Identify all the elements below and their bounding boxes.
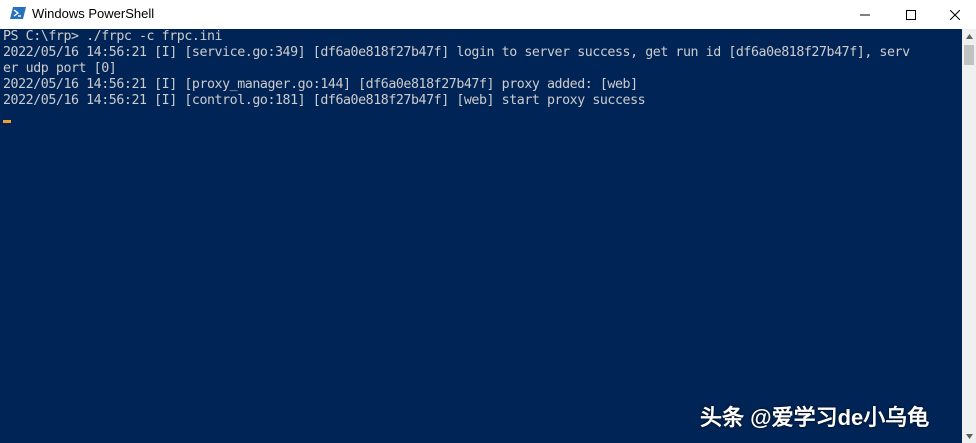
window-title: Windows PowerShell bbox=[32, 6, 155, 21]
console-line: 2022/05/16 14:56:21 [I] [control.go:181]… bbox=[3, 93, 646, 108]
watermark: 头条 @爱学习de小乌龟 bbox=[700, 405, 930, 430]
console-output[interactable]: PS C:\frp> ./frpc -c frpc.ini 2022/05/16… bbox=[0, 29, 962, 443]
close-button[interactable] bbox=[934, 0, 976, 29]
console-line: PS C:\frp> ./frpc -c frpc.ini bbox=[3, 29, 223, 44]
powershell-window: Windows PowerShell PS C:\frp> ./frpc -c … bbox=[0, 0, 976, 443]
minimize-icon bbox=[860, 14, 870, 15]
vertical-scrollbar[interactable] bbox=[962, 29, 976, 443]
scrollbar-thumb[interactable] bbox=[964, 45, 974, 65]
scroll-up-button[interactable] bbox=[962, 29, 976, 43]
title-bar[interactable]: Windows PowerShell bbox=[0, 0, 976, 29]
console-line: 2022/05/16 14:56:21 [I] [service.go:349]… bbox=[3, 45, 910, 60]
chevron-down-icon bbox=[965, 433, 973, 439]
powershell-icon bbox=[10, 5, 26, 21]
maximize-button[interactable] bbox=[888, 0, 934, 29]
console-line: 2022/05/16 14:56:21 [I] [proxy_manager.g… bbox=[3, 77, 638, 92]
scroll-down-button[interactable] bbox=[962, 429, 976, 443]
chevron-up-icon bbox=[965, 33, 973, 39]
maximize-icon bbox=[906, 9, 916, 20]
console-line: er udp port [0] bbox=[3, 61, 117, 76]
text-cursor bbox=[3, 120, 11, 123]
minimize-button[interactable] bbox=[842, 0, 888, 29]
close-icon bbox=[950, 9, 960, 20]
